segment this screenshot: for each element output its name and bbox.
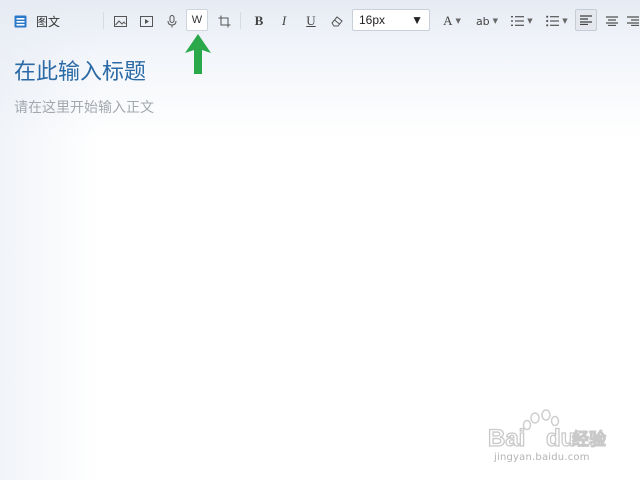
chevron-down-icon: ▼ [455,16,461,25]
clear-format-button[interactable] [328,11,346,31]
line-spacing-button[interactable]: ▼ [509,11,535,31]
microphone-icon [167,14,177,28]
editor-toolbar: 图文 W B I U 16px ▼ A ▼ ab ▼ ▼ ▼ [0,0,640,40]
svg-text:Bai: Bai [488,425,525,452]
title-input[interactable]: 在此输入标题 [14,54,146,86]
font-color-label: A [443,13,453,28]
italic-button[interactable]: I [275,11,293,31]
insert-video-button[interactable] [137,11,155,31]
align-right-icon [627,16,639,26]
body-editor[interactable]: 请在这里开始输入正文 [14,97,154,117]
bullet-list-button[interactable]: ▼ [544,11,570,31]
article-type-tab[interactable]: 图文 [14,11,74,31]
font-color-button[interactable]: A ▼ [440,11,464,31]
article-type-label: 图文 [36,14,61,29]
eraser-icon [330,15,344,27]
highlight-button[interactable]: ab ▼ [474,11,500,31]
insert-image-button[interactable] [111,11,129,31]
svg-text:du: du [546,425,575,452]
chevron-down-icon: ▼ [411,13,423,27]
chevron-down-icon: ▼ [492,16,499,25]
chevron-down-icon: ▼ [527,16,533,25]
article-icon [14,15,27,28]
font-size-value: 16px [359,13,386,27]
underline-button[interactable]: U [302,11,320,31]
bold-button[interactable]: B [250,11,268,31]
image-icon [113,15,127,27]
import-word-button[interactable]: W [186,9,208,31]
svg-text:经验: 经验 [572,429,607,450]
align-right-button[interactable] [627,11,640,31]
font-size-select[interactable]: 16px ▼ [352,9,430,31]
toolbar-divider [240,12,241,29]
toolbar-divider [103,12,104,29]
crop-icon [218,15,231,28]
bullet-list-icon [546,15,560,27]
align-center-button[interactable] [603,11,621,31]
line-spacing-icon [511,15,525,27]
align-left-button[interactable] [575,9,597,31]
highlight-label: ab [475,14,490,28]
crop-button[interactable] [215,11,233,31]
green-up-arrow-icon [184,34,212,80]
align-center-icon [606,16,618,26]
insert-audio-button[interactable] [163,11,181,31]
chevron-down-icon: ▼ [562,16,568,25]
watermark-url: jingyan.baidu.com [494,452,590,463]
video-icon [139,15,153,27]
align-left-icon [580,15,592,25]
